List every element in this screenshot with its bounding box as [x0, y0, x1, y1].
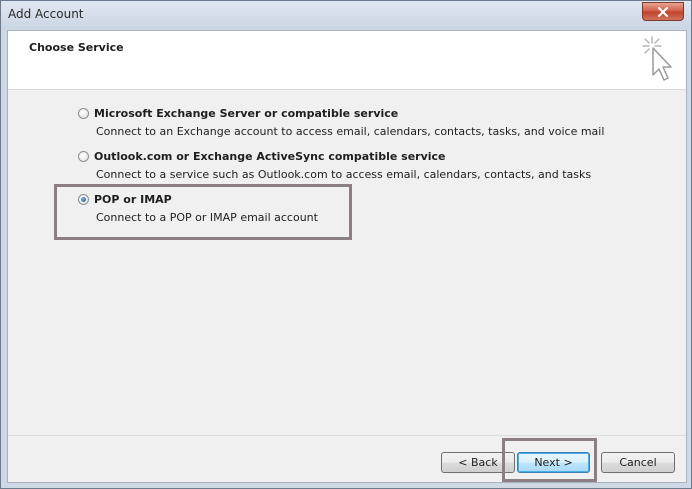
- dialog-body: Choose Service Microsoft Exchange Server…: [7, 30, 687, 483]
- add-account-window: Add Account Choose Service Microsoft Exc…: [0, 0, 692, 489]
- exchange-radio[interactable]: [78, 108, 89, 119]
- outlook-com-radio[interactable]: [78, 151, 89, 162]
- option-label[interactable]: Outlook.com or Exchange ActiveSync compa…: [94, 150, 446, 163]
- close-button[interactable]: [642, 2, 684, 21]
- option-description: Connect to an Exchange account to access…: [96, 125, 605, 138]
- cancel-button[interactable]: Cancel: [601, 452, 675, 473]
- window-title: Add Account: [8, 7, 84, 21]
- page-title: Choose Service: [29, 41, 124, 54]
- wizard-header: Choose Service: [8, 31, 686, 90]
- pop-imap-highlight-box: [54, 184, 352, 240]
- title-bar[interactable]: Add Account: [1, 1, 691, 29]
- option-label[interactable]: Microsoft Exchange Server or compatible …: [94, 107, 398, 120]
- option-description: Connect to a service such as Outlook.com…: [96, 168, 592, 181]
- footer-divider: [8, 435, 686, 436]
- cursor-sparkle-icon: [642, 36, 672, 81]
- next-highlight-box: [502, 438, 597, 482]
- close-icon: [658, 7, 668, 17]
